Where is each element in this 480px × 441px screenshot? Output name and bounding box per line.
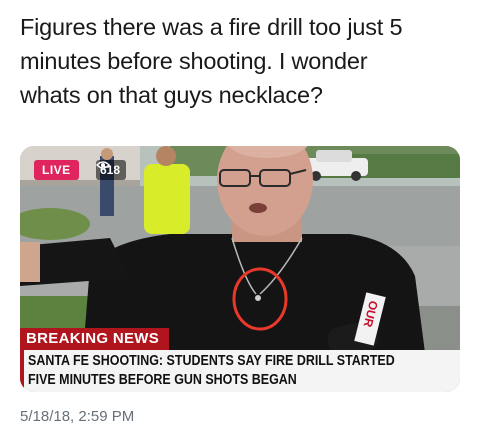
tweet-timestamp[interactable]: 5/18/18, 2:59 PM xyxy=(20,408,134,425)
tweet-text-line: whats on that guys necklace? xyxy=(20,82,323,108)
breaking-news-banner: BREAKING NEWS xyxy=(20,328,170,350)
tweet-text-line: minutes before shooting. I wonder xyxy=(20,48,368,74)
eye-icon xyxy=(96,161,110,169)
live-badge: LIVE xyxy=(34,160,79,180)
video-player[interactable]: OUR LIVE 618 BREAKING NEWS SANTA FE SHOO… xyxy=(20,146,460,392)
tweet-text: Figures there was a fire drill too just … xyxy=(20,10,470,112)
headline-line: SANTA FE SHOOTING: STUDENTS SAY FIRE DRI… xyxy=(28,353,395,369)
headline-line: FIVE MINUTES BEFORE GUN SHOTS BEGAN xyxy=(28,372,297,388)
news-headline: SANTA FE SHOOTING: STUDENTS SAY FIRE DRI… xyxy=(20,350,460,392)
tweet-text-line: Figures there was a fire drill too just … xyxy=(20,14,403,40)
viewer-count-badge: 618 xyxy=(96,160,127,180)
